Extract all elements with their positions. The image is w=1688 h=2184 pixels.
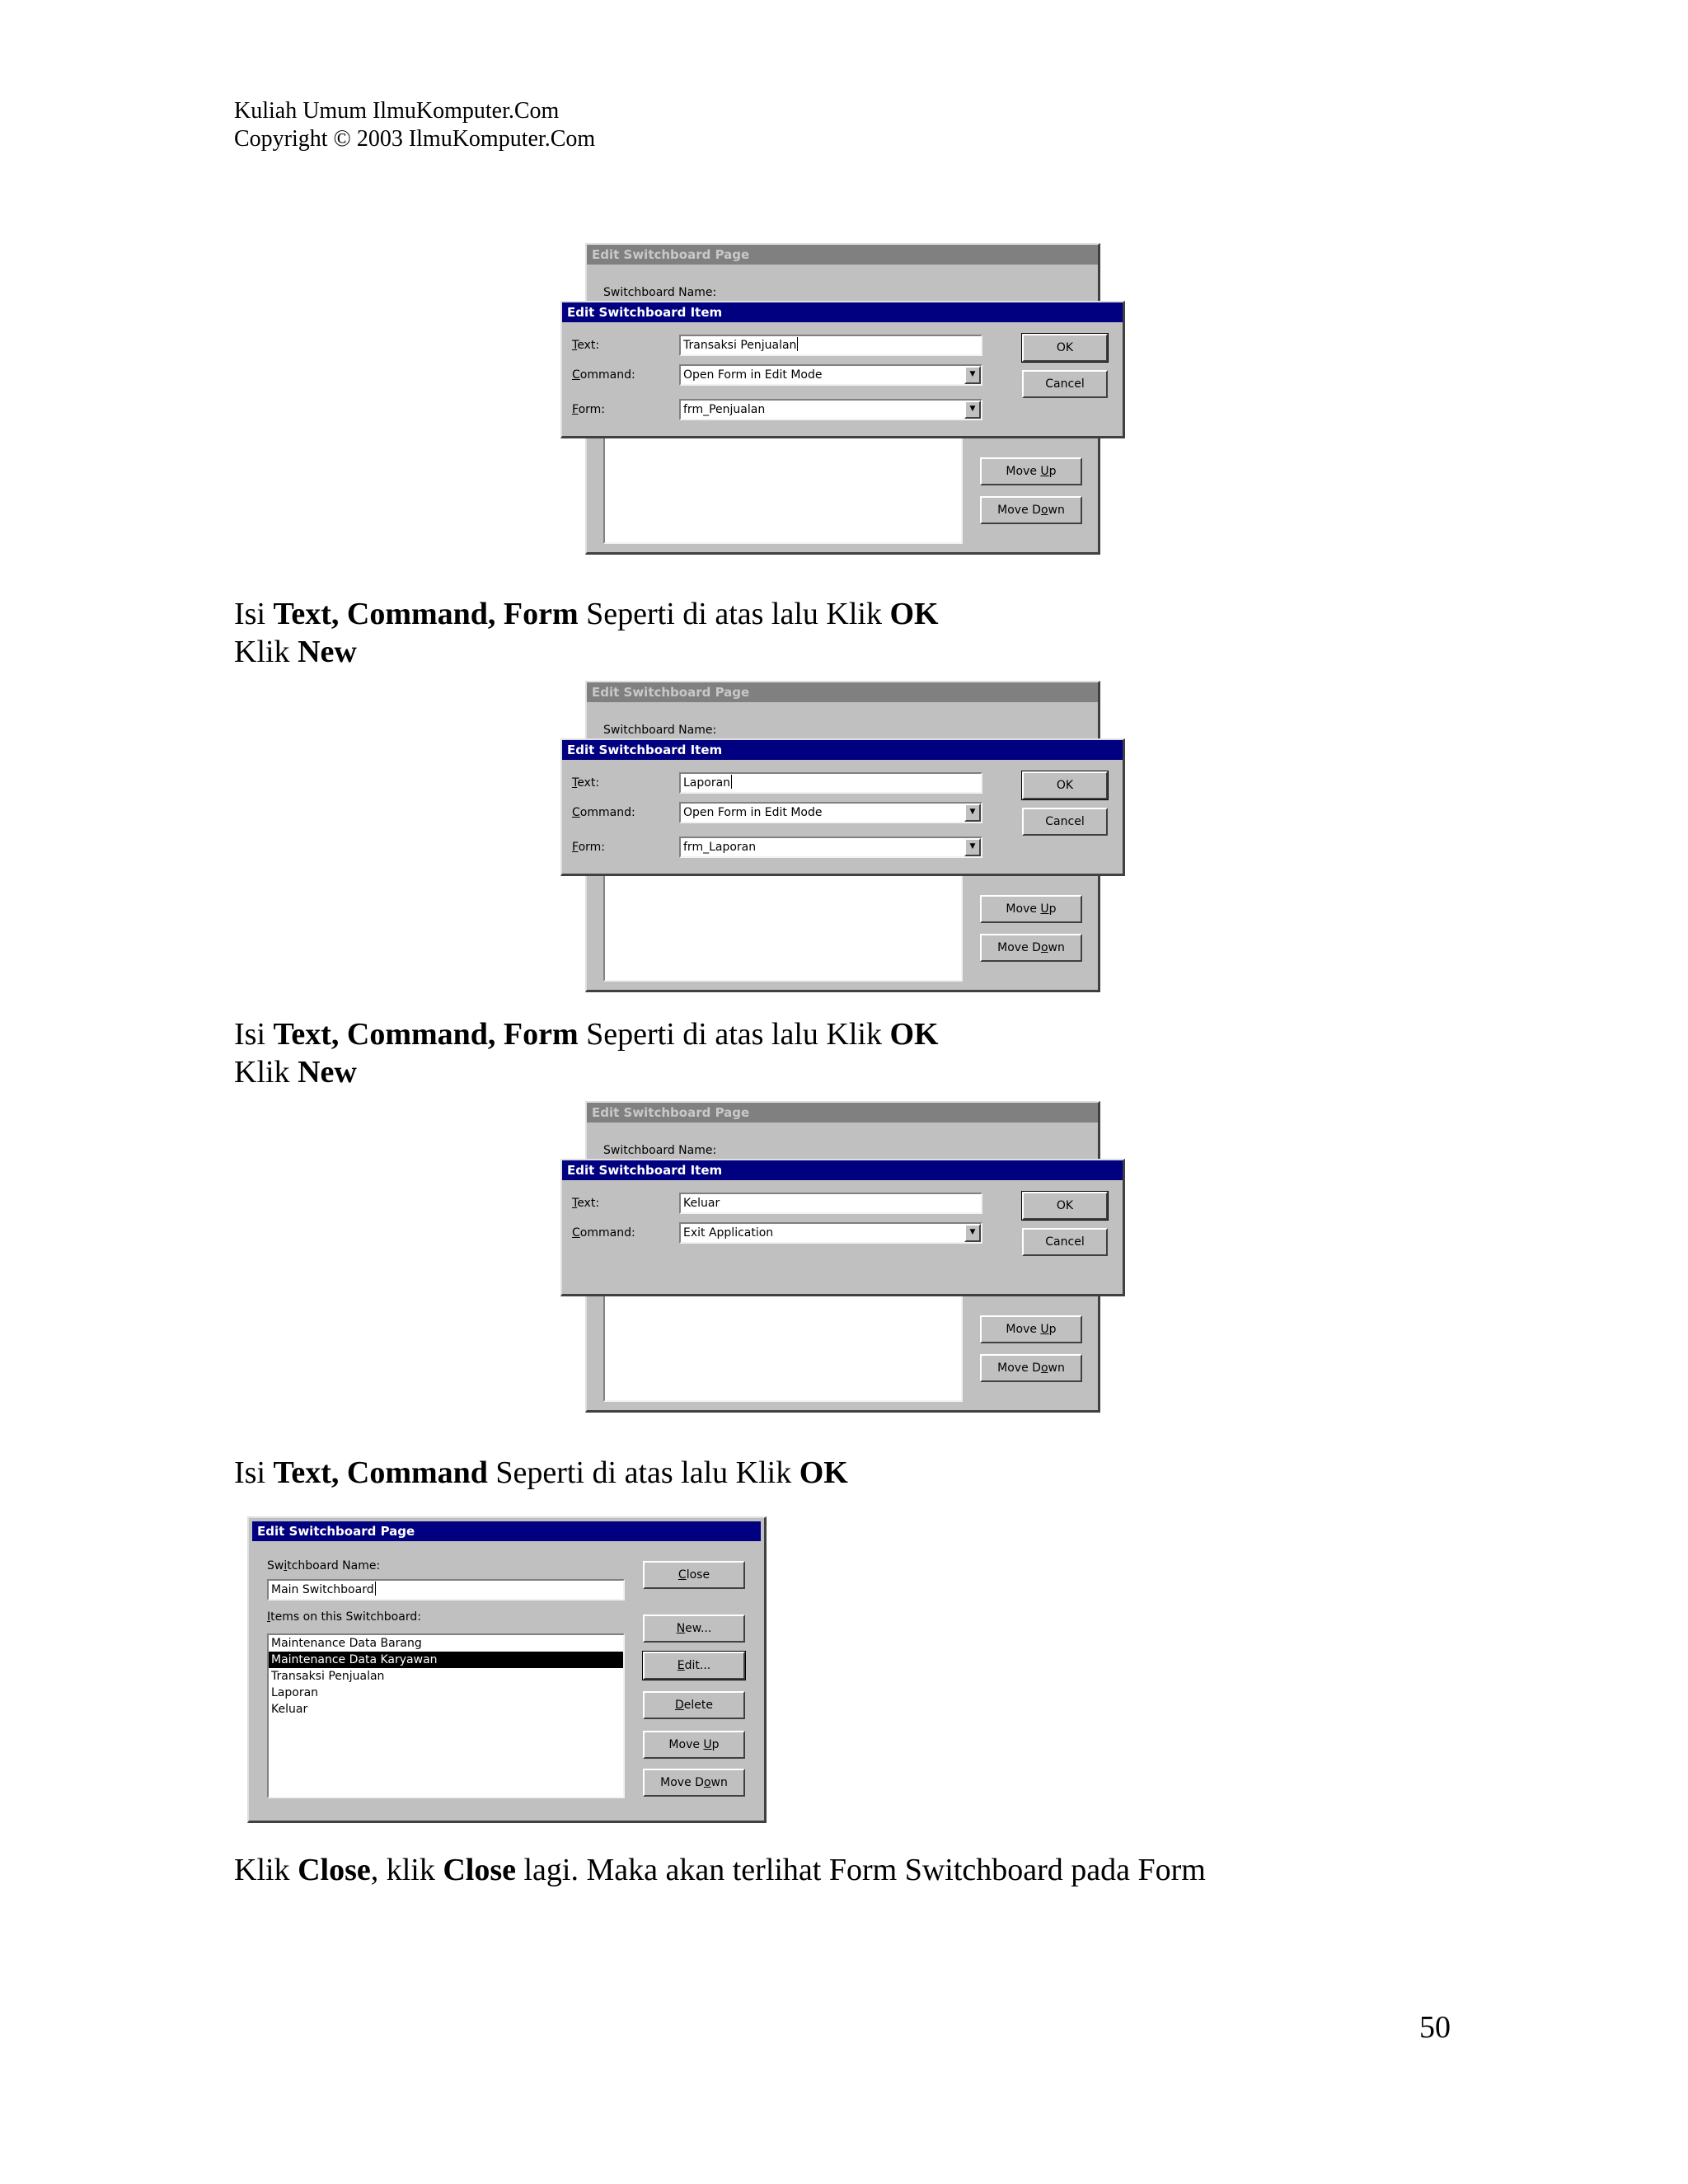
edit-switchboard-page-dialog: Edit Switchboard Page Switchboard Name: …	[247, 1516, 767, 1823]
klik-new-1: Klik New	[234, 635, 357, 669]
page-number: 50	[1419, 2010, 1451, 2045]
move-down-button[interactable]: Move Down	[980, 1354, 1082, 1382]
move-up-button[interactable]: Move Up	[980, 1315, 1082, 1343]
items-label: Items on this Switchboard:	[267, 1610, 421, 1624]
move-up-button[interactable]: Move Up	[980, 895, 1082, 923]
switchboard-page-titlebar: Edit Switchboard Page	[587, 245, 1098, 265]
chevron-down-icon[interactable]: ▼	[964, 401, 981, 419]
switchboard-item-dialog: Edit Switchboard Item Text: Laporan Comm…	[560, 738, 1125, 876]
dialog-titlebar: Edit Switchboard Page	[252, 1521, 761, 1541]
screenshot-final: Edit Switchboard Page Switchboard Name: …	[247, 1516, 767, 1823]
text-label: Text:	[572, 1197, 600, 1210]
final-instruction: Klik Close, klik Close lagi. Maka akan t…	[234, 1853, 1206, 1887]
edit-button[interactable]: Edit...	[642, 1651, 746, 1680]
chevron-down-icon[interactable]: ▼	[964, 366, 981, 384]
command-label: Command:	[572, 368, 635, 382]
list-item[interactable]: Transaksi Penjualan	[269, 1668, 623, 1685]
cancel-button[interactable]: Cancel	[1022, 1228, 1108, 1256]
chevron-down-icon[interactable]: ▼	[964, 804, 981, 822]
cancel-button[interactable]: Cancel	[1022, 370, 1108, 398]
text-label: Text:	[572, 776, 600, 790]
switchboard-item-titlebar: Edit Switchboard Item	[562, 1160, 1123, 1180]
move-up-button[interactable]: Move Up	[643, 1731, 745, 1759]
screenshot-step-3: Edit Switchboard Page Switchboard Name: …	[560, 1101, 1125, 1413]
switchboard-page-titlebar: Edit Switchboard Page	[587, 1103, 1098, 1122]
move-down-button[interactable]: Move Down	[980, 934, 1082, 962]
list-item[interactable]: Maintenance Data Karyawan	[269, 1652, 623, 1668]
switchboard-name-label: Switchboard Name:	[603, 724, 717, 737]
switchboard-item-dialog: Edit Switchboard Item Text: Keluar Comma…	[560, 1159, 1125, 1296]
command-select[interactable]: Open Form in Edit Mode ▼	[679, 364, 982, 386]
command-label: Command:	[572, 1226, 635, 1240]
screenshot-step-2: Edit Switchboard Page Switchboard Name: …	[560, 681, 1125, 992]
header-line-2: Copyright © 2003 IlmuKomputer.Com	[234, 126, 596, 152]
cancel-button[interactable]: Cancel	[1022, 808, 1108, 836]
switchboard-name-input[interactable]: Main Switchboard	[267, 1579, 625, 1601]
command-select[interactable]: Exit Application ▼	[679, 1222, 982, 1244]
text-label: Text:	[572, 339, 600, 352]
list-item[interactable]: Laporan	[269, 1685, 623, 1701]
form-select[interactable]: frm_Penjualan ▼	[679, 399, 982, 420]
chevron-down-icon[interactable]: ▼	[964, 838, 981, 856]
instruction-3: Isi Text, Command Seperti di atas lalu K…	[234, 1455, 848, 1490]
ok-button[interactable]: OK	[1021, 771, 1109, 800]
switchboard-page-titlebar: Edit Switchboard Page	[587, 682, 1098, 702]
switchboard-name-label: Switchboard Name:	[603, 1144, 717, 1157]
switchboard-item-titlebar: Edit Switchboard Item	[562, 302, 1123, 322]
list-item[interactable]: Keluar	[269, 1701, 623, 1718]
text-input[interactable]: Laporan	[679, 772, 982, 794]
move-down-button[interactable]: Move Down	[643, 1769, 745, 1797]
screenshot-step-1: Edit Switchboard Page Switchboard Name: …	[560, 243, 1125, 555]
form-label: Form:	[572, 403, 605, 416]
items-list[interactable]: Maintenance Data Barang Maintenance Data …	[267, 1633, 625, 1798]
close-button[interactable]: Close	[643, 1561, 745, 1589]
form-label: Form:	[572, 841, 605, 854]
instruction-1: Isi Text, Command, Form Seperti di atas …	[234, 597, 939, 631]
switchboard-name-label: Switchboard Name:	[267, 1559, 381, 1572]
delete-button[interactable]: Delete	[643, 1691, 745, 1719]
switchboard-item-titlebar: Edit Switchboard Item	[562, 740, 1123, 760]
command-select[interactable]: Open Form in Edit Mode ▼	[679, 802, 982, 823]
move-down-button[interactable]: Move Down	[980, 496, 1082, 524]
move-up-button[interactable]: Move Up	[980, 457, 1082, 485]
list-item[interactable]: Maintenance Data Barang	[269, 1635, 623, 1652]
instruction-2: Isi Text, Command, Form Seperti di atas …	[234, 1017, 939, 1052]
switchboard-item-dialog: Edit Switchboard Item Text: Transaksi Pe…	[560, 301, 1125, 438]
text-input[interactable]: Keluar	[679, 1193, 982, 1214]
klik-new-2: Klik New	[234, 1055, 357, 1090]
switchboard-name-label: Switchboard Name:	[603, 286, 717, 299]
ok-button[interactable]: OK	[1021, 333, 1109, 363]
text-input[interactable]: Transaksi Penjualan	[679, 335, 982, 356]
ok-button[interactable]: OK	[1021, 1191, 1109, 1221]
form-select[interactable]: frm_Laporan ▼	[679, 837, 982, 858]
header-line-1: Kuliah Umum IlmuKomputer.Com	[234, 98, 560, 124]
command-label: Command:	[572, 806, 635, 819]
chevron-down-icon[interactable]: ▼	[964, 1224, 981, 1242]
new-button[interactable]: New...	[643, 1615, 745, 1643]
